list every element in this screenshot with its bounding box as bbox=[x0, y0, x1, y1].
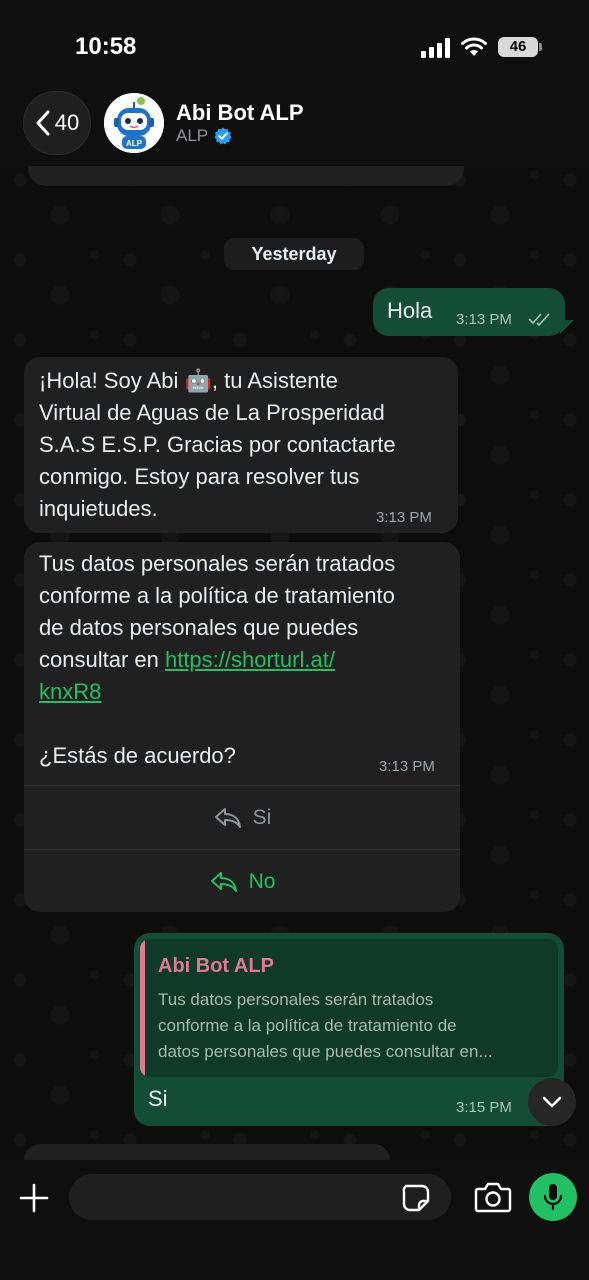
contact-subtitle-row: ALP bbox=[176, 126, 232, 146]
previous-message-edge bbox=[28, 166, 464, 186]
message-time: 3:13 PM bbox=[376, 509, 432, 526]
quoted-message[interactable]: Abi Bot ALP Tus datos personales serán t… bbox=[140, 939, 558, 1077]
message-text: ¡Hola! Soy Abi 🤖, tu Asistente Virtual d… bbox=[39, 368, 396, 521]
bubble-tail bbox=[560, 320, 574, 334]
sticker-icon[interactable] bbox=[400, 1182, 432, 1214]
quick-reply-no[interactable]: No bbox=[24, 849, 460, 913]
message-incoming-greeting[interactable]: ¡Hola! Soy Abi 🤖, tu Asistente Virtual d… bbox=[24, 357, 458, 533]
camera-icon[interactable] bbox=[474, 1180, 512, 1214]
chat-header: 40 ALP Abi Bot ALP ALP bbox=[0, 84, 589, 166]
reply-arrow-icon bbox=[210, 871, 237, 892]
message-input[interactable] bbox=[69, 1174, 451, 1220]
voice-message-button[interactable] bbox=[529, 1173, 577, 1221]
unread-count: 40 bbox=[54, 110, 80, 135]
microphone-icon bbox=[543, 1184, 563, 1211]
status-time: 10:58 bbox=[75, 33, 137, 60]
quote-sender-name: Abi Bot ALP bbox=[158, 955, 274, 977]
avatar-label: ALP bbox=[126, 139, 143, 148]
quote-accent-bar bbox=[140, 939, 145, 1077]
message-text-after-link: ¿Estás de acuerdo? bbox=[39, 743, 236, 768]
quote-text: Tus datos personales serán tratados conf… bbox=[158, 990, 493, 1061]
scroll-to-bottom-button[interactable] bbox=[528, 1078, 576, 1126]
signal-icon bbox=[421, 38, 450, 58]
plus-icon bbox=[19, 1183, 49, 1213]
back-button[interactable]: 40 bbox=[23, 91, 91, 155]
message-text: Si bbox=[148, 1086, 168, 1111]
message-time: 3:13 PM bbox=[456, 311, 512, 328]
message-composer bbox=[0, 1160, 589, 1280]
quick-reply-label: No bbox=[248, 869, 276, 893]
verified-badge-icon bbox=[214, 127, 232, 145]
message-text: Tus datos personales serán tratados conf… bbox=[39, 548, 459, 772]
quick-reply-label: Si bbox=[252, 805, 272, 829]
message-text: Hola bbox=[387, 298, 433, 323]
double-check-icon bbox=[528, 313, 550, 326]
avatar[interactable]: ALP bbox=[104, 93, 164, 153]
quick-reply-si[interactable]: Si bbox=[24, 785, 460, 849]
date-separator: Yesterday bbox=[224, 238, 364, 270]
status-bar: 10:58 46 bbox=[0, 0, 589, 84]
contact-name[interactable]: Abi Bot ALP bbox=[176, 100, 304, 126]
message-time: 3:13 PM bbox=[379, 758, 435, 775]
robot-avatar-icon: ALP bbox=[104, 93, 164, 153]
message-outgoing-reply[interactable]: Abi Bot ALP Tus datos personales serán t… bbox=[134, 933, 564, 1126]
chevron-down-icon bbox=[542, 1096, 562, 1108]
attach-button[interactable] bbox=[14, 1178, 54, 1218]
message-time: 3:15 PM bbox=[456, 1099, 512, 1116]
battery-indicator: 46 bbox=[498, 37, 542, 57]
message-outgoing-hola[interactable]: Hola 3:13 PM bbox=[373, 288, 565, 336]
wifi-icon bbox=[461, 37, 487, 56]
chevron-left-icon bbox=[36, 110, 50, 136]
contact-subtitle: ALP bbox=[176, 126, 209, 145]
reply-arrow-icon bbox=[214, 807, 241, 828]
message-incoming-privacy[interactable]: Tus datos personales serán tratados conf… bbox=[24, 542, 460, 912]
